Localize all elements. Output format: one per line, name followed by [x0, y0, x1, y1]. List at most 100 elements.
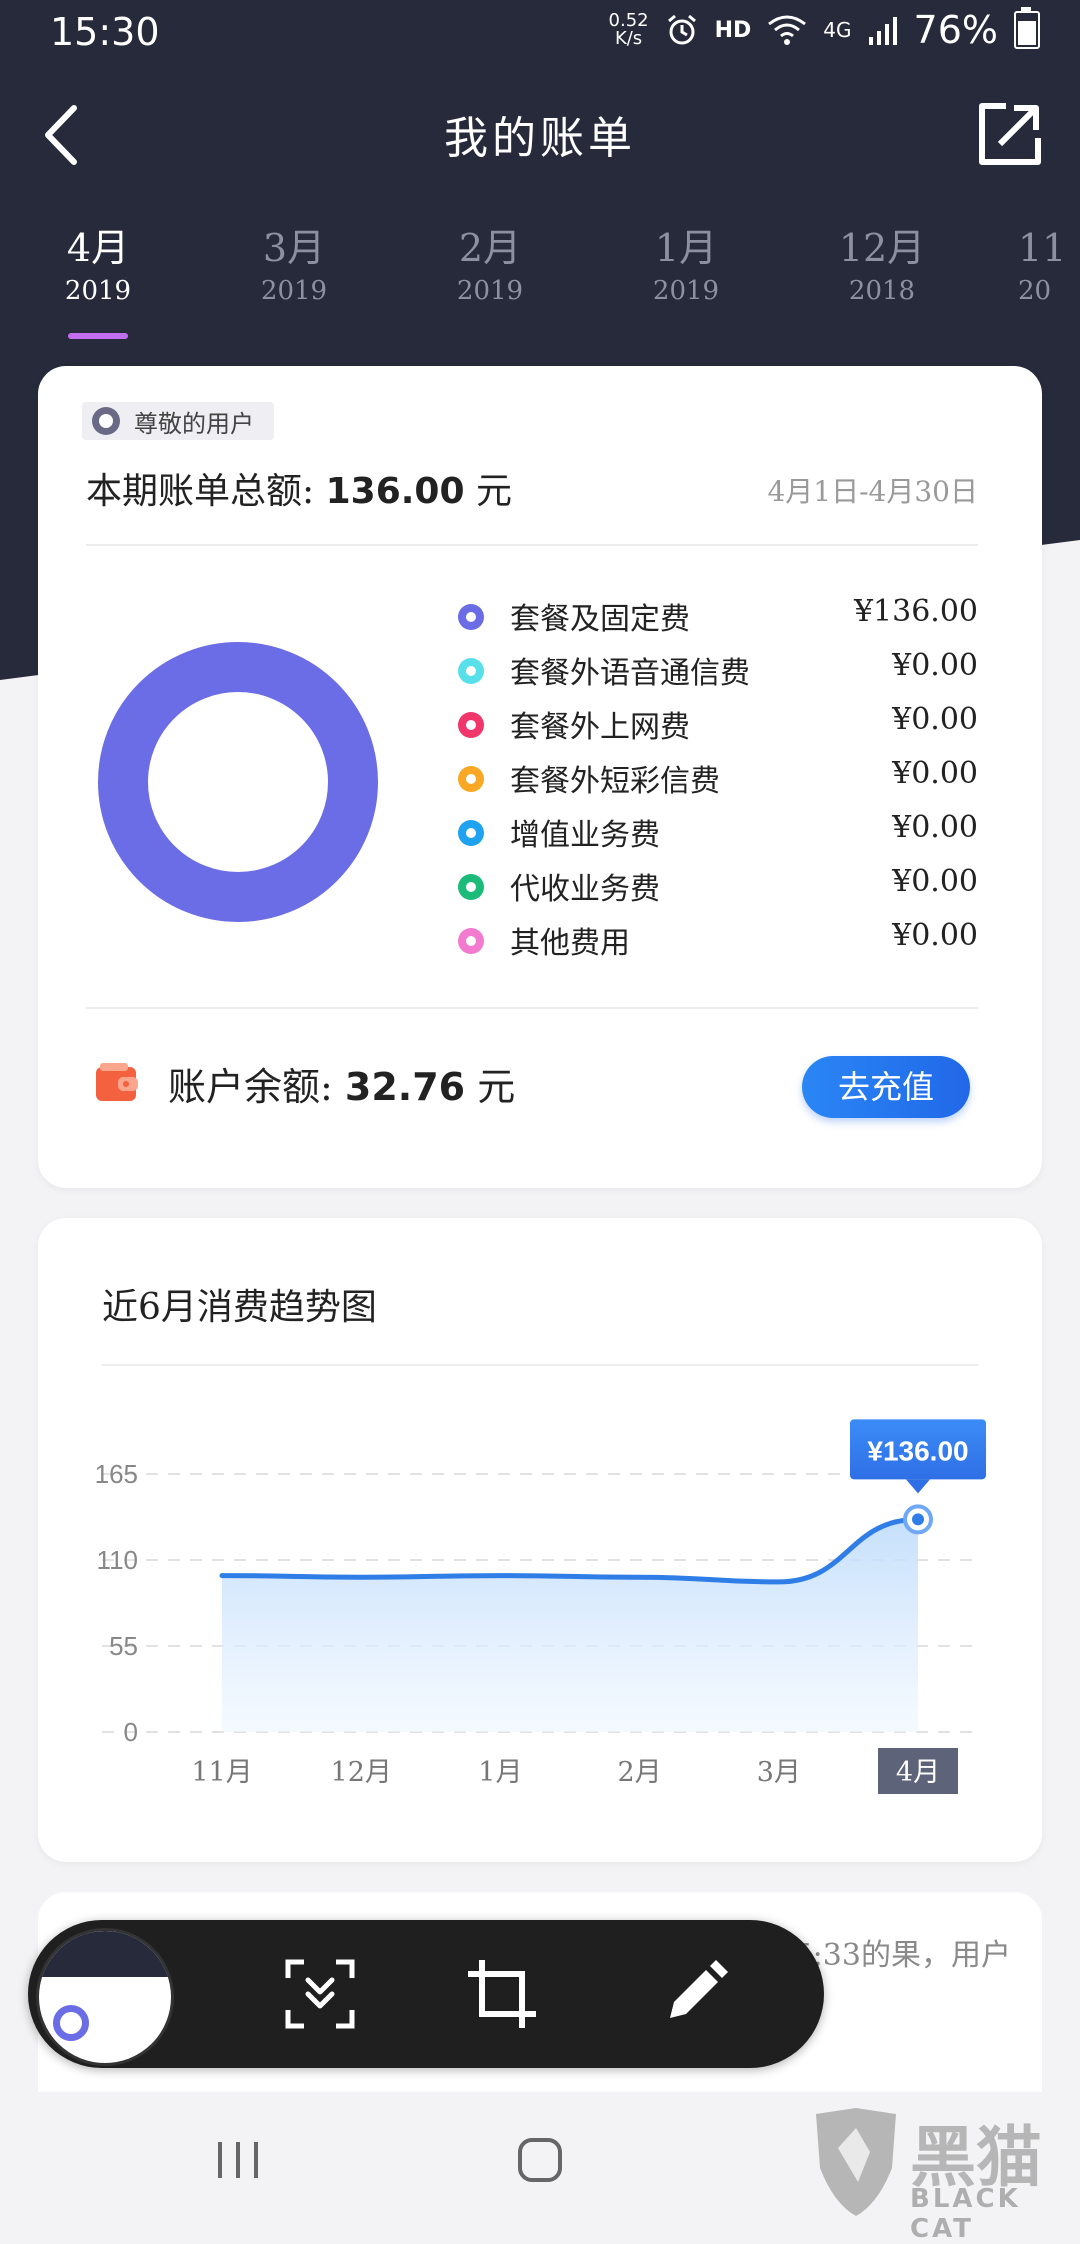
fee-item: 套餐及固定费 ¥136.00 [458, 592, 978, 646]
bill-summary-card: 尊敬的用户 本期账单总额: 136.00 元 4月1日-4月30日 套餐及固定费… [38, 366, 1042, 1188]
x-tick-label: 12月 [331, 1757, 392, 1788]
tooltip-value: ¥136.00 [867, 1435, 968, 1466]
page-title: 我的账单 [444, 113, 636, 164]
month-tabs: 4月 2019 3月 2019 2月 2019 1月 2019 12月 2018… [0, 225, 1080, 345]
x-tick-label: 2月 [618, 1757, 662, 1788]
fee-dot [458, 658, 484, 684]
fee-label: 增值业务费 [510, 818, 660, 853]
fee-donut-chart [98, 642, 378, 922]
user-icon [92, 407, 120, 435]
recharge-button[interactable]: 去充值 [802, 1056, 970, 1118]
tab-month-jan-2019[interactable]: 1月 2019 [626, 225, 746, 311]
fee-legend: 套餐及固定费 ¥136.00 套餐外语音通信费 ¥0.00 套餐外上网费 ¥0.… [458, 592, 978, 970]
tab-month-mar-2019[interactable]: 3月 2019 [234, 225, 354, 311]
bill-total: 本期账单总额: 136.00 元 [86, 462, 512, 514]
account-balance: 账户余额: 32.76 元 [168, 1056, 515, 1111]
tab-month-label: 4月 [66, 226, 130, 270]
y-tick-label: 55 [109, 1631, 138, 1661]
x-tick-label: 3月 [757, 1757, 801, 1788]
fee-item: 增值业务费 ¥0.00 [458, 808, 978, 862]
tab-month-dec-2018[interactable]: 12月 2018 [822, 225, 942, 311]
fee-value: ¥0.00 [892, 756, 978, 791]
screenshot-thumbnail[interactable] [36, 1928, 174, 2066]
tab-month-label: 3月 [262, 226, 326, 270]
tab-year-label: 2019 [652, 276, 720, 306]
tab-month-label: 2月 [458, 226, 522, 270]
share-icon[interactable] [978, 102, 1042, 166]
fee-dot [458, 820, 484, 846]
fee-item: 套餐外上网费 ¥0.00 [458, 700, 978, 754]
divider [86, 544, 978, 546]
fee-value: ¥0.00 [892, 864, 978, 899]
fee-item: 代收业务费 ¥0.00 [458, 862, 978, 916]
tab-year-label: 2019 [64, 276, 132, 306]
status-time: 15:30 [50, 10, 160, 54]
fee-dot [458, 766, 484, 792]
user-label: 尊敬的用户 [134, 409, 254, 438]
fee-dot [458, 604, 484, 630]
tab-month-label: 1月 [654, 226, 718, 270]
home-icon[interactable] [510, 2130, 570, 2190]
fee-item: 其他费用 ¥0.00 [458, 916, 978, 970]
fee-value: ¥136.00 [853, 594, 978, 629]
tab-month-label: 11 [1018, 226, 1067, 270]
tab-year-label: 2019 [260, 276, 328, 306]
bill-total-label: 本期账单总额: [86, 471, 315, 512]
status-bar: 15:30 0.52 K/s HD 4G 76% [0, 0, 1080, 70]
fee-label: 套餐外短彩信费 [510, 764, 720, 799]
status-icons: 0.52 K/s HD 4G 76% [609, 7, 1040, 52]
bill-period: 4月1日-4月30日 [767, 475, 978, 508]
fee-label: 套餐外语音通信费 [510, 656, 750, 691]
fee-item: 套餐外短彩信费 ¥0.00 [458, 754, 978, 808]
black-cat-watermark: 黑猫 BLACK CAT [804, 2104, 1074, 2244]
fee-value: ¥0.00 [892, 810, 978, 845]
tab-year-label: 20 [1018, 276, 1052, 306]
tab-month-feb-2019[interactable]: 2月 2019 [430, 225, 550, 311]
tab-year-label: 2019 [456, 276, 524, 306]
scroll-capture-icon[interactable] [280, 1954, 360, 2034]
top-bar: 我的账单 [0, 90, 1080, 180]
fee-item: 套餐外语音通信费 ¥0.00 [458, 646, 978, 700]
x-tick-label: 4月 [896, 1757, 940, 1788]
active-tab-indicator [68, 333, 128, 339]
trend-line-chart: 0 55 110 165 11月 12月 1月 2月 3月 4月 ¥136.00 [95, 1419, 986, 1794]
battery-percent: 76% [913, 8, 998, 52]
signal-icon [868, 17, 897, 45]
fee-dot [458, 874, 484, 900]
network-speed: 0.52 K/s [609, 12, 649, 48]
fee-dot [458, 712, 484, 738]
battery-icon [1014, 7, 1040, 49]
tab-month-label: 12月 [838, 226, 926, 270]
edit-pencil-icon[interactable] [654, 1954, 734, 2034]
recent-apps-icon[interactable] [208, 2130, 268, 2190]
user-badge: 尊敬的用户 [82, 402, 274, 440]
network-speed-unit: K/s [614, 28, 643, 49]
tooltip-pointer [906, 1479, 930, 1494]
thumbnail-donut [53, 2005, 89, 2041]
alarm-icon [667, 14, 696, 45]
balance-amount: 32.76 [344, 1065, 466, 1109]
y-tick-label: 165 [95, 1459, 138, 1489]
donut-segment-package [98, 642, 378, 922]
fee-label: 代收业务费 [510, 872, 660, 907]
fee-value: ¥0.00 [892, 702, 978, 737]
bill-total-amount: 136.00 [325, 471, 465, 512]
balance-unit: 元 [477, 1065, 516, 1109]
crop-icon[interactable] [462, 1954, 542, 2034]
wallet-icon [96, 1063, 138, 1101]
x-tick-label: 11月 [191, 1757, 252, 1788]
fee-value: ¥0.00 [892, 918, 978, 953]
tab-month-nov-2018[interactable]: 11 20 [1018, 225, 1080, 311]
screenshot-toolbar [28, 1920, 824, 2068]
y-tick-label: 0 [124, 1717, 138, 1747]
fee-label: 套餐外上网费 [510, 710, 690, 745]
trend-area [222, 1519, 918, 1732]
x-tick-label: 1月 [478, 1757, 522, 1788]
thumbnail-header [39, 1931, 171, 1977]
bill-total-unit: 元 [475, 471, 512, 512]
tab-month-apr-2019[interactable]: 4月 2019 [38, 225, 158, 339]
cat-shield-logo [816, 2108, 896, 2216]
highlight-point-center [912, 1513, 924, 1526]
fee-value: ¥0.00 [892, 648, 978, 683]
tab-year-label: 2018 [848, 276, 916, 306]
